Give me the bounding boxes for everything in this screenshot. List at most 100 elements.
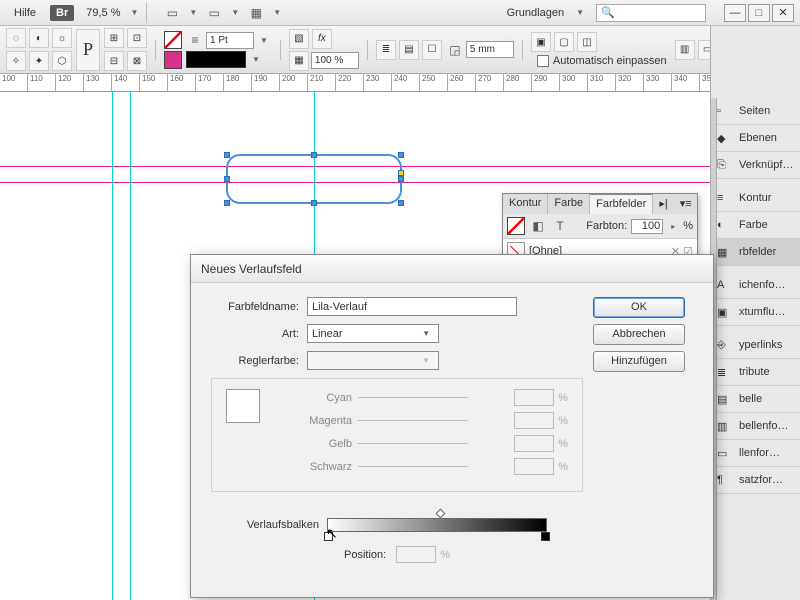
ruler-tick: 190 [252, 74, 280, 91]
ruler-tick: 240 [392, 74, 420, 91]
arrange-icon[interactable]: ▦ [247, 4, 265, 22]
panel-tab[interactable]: ▤belle [711, 386, 800, 413]
screen-mode-icon[interactable]: ▭ [205, 4, 223, 22]
farbton-input[interactable]: 100 [631, 219, 663, 234]
panel-icon: ▥ [717, 420, 733, 432]
gradient-stop[interactable] [324, 532, 333, 541]
gradient-ramp[interactable] [327, 518, 547, 532]
cancel-button[interactable]: Abbrechen [593, 324, 685, 345]
tool-icon[interactable]: ⬡ [52, 51, 72, 71]
window-close[interactable]: ✕ [772, 4, 794, 22]
ruler-tick: 110 [28, 74, 56, 91]
channel-slider[interactable] [358, 414, 510, 428]
fit-icon[interactable]: ◫ [577, 32, 597, 52]
tool-icon[interactable]: ⊡ [127, 28, 147, 48]
stroke-weight-input[interactable]: 1 Pt [206, 32, 254, 49]
panel-tab[interactable]: ▫Seiten [711, 98, 800, 125]
guide[interactable] [130, 92, 131, 600]
tool-icon[interactable]: ☼ [52, 28, 72, 48]
channel-slider[interactable] [358, 391, 510, 405]
workspace-switcher[interactable]: Grundlagen [507, 7, 565, 19]
add-button[interactable]: Hinzufügen [593, 351, 685, 372]
name-label: Farbfeldname: [211, 301, 307, 313]
tab-farbe[interactable]: Farbe [548, 194, 590, 214]
tab-kontur[interactable]: Kontur [503, 194, 548, 214]
panel-tab[interactable]: ▦rbfelder [711, 239, 800, 266]
panel-tab[interactable]: Aichenfo… [711, 272, 800, 299]
gradient-stop[interactable] [541, 532, 550, 541]
fit-icon[interactable]: ▢ [554, 32, 574, 52]
text-icon[interactable]: T [551, 217, 569, 235]
paragraph-style-icon[interactable]: P [76, 29, 100, 71]
chevron-down-icon[interactable]: ▼ [127, 8, 143, 17]
right-panel-dock: ▫Seiten◆Ebenen⎘Verknüpf… ≡Kontur◐Farbe▦rb… [710, 26, 800, 600]
ruler-tick: 130 [84, 74, 112, 91]
fill-swatch[interactable] [164, 31, 182, 49]
ruler-tick: 150 [140, 74, 168, 91]
panel-tab[interactable]: ◆Ebenen [711, 125, 800, 152]
panel-tab[interactable]: ¶satzfor… [711, 467, 800, 494]
tool-icon[interactable]: ◌ [6, 28, 26, 48]
stopcolor-dropdown[interactable]: ▼ [307, 351, 439, 370]
position-input[interactable] [396, 546, 436, 563]
panel-tab[interactable]: ▥bellenfo… [711, 413, 800, 440]
swatch-name-input[interactable] [307, 297, 517, 316]
panel-icon: ◐ [717, 219, 733, 231]
window-maximize[interactable]: □ [748, 4, 770, 22]
panel-icon: ▦ [717, 246, 733, 258]
panel-tab[interactable]: ⎆yperlinks [711, 332, 800, 359]
guide[interactable] [112, 92, 113, 600]
fit-icon[interactable]: ▥ [675, 40, 695, 60]
opacity-input[interactable]: 100 % [311, 52, 359, 69]
channel-value[interactable] [514, 389, 554, 406]
panel-tab[interactable]: ▭llenfor… [711, 440, 800, 467]
autofit-checkbox[interactable]: Automatisch einpassen [537, 55, 667, 67]
panel-expand-icon[interactable]: ▸| [653, 194, 673, 214]
tool-icon[interactable]: ✦ [29, 51, 49, 71]
fx-icon[interactable]: fx [312, 29, 332, 49]
tool-icon[interactable]: ✧ [6, 51, 26, 71]
stroke-style[interactable] [186, 51, 246, 68]
container-icon[interactable]: ◧ [529, 217, 547, 235]
ruler-tick: 250 [420, 74, 448, 91]
text-wrap-icon[interactable]: ☐ [422, 40, 442, 60]
selected-frame[interactable] [226, 154, 402, 204]
channel-value[interactable] [514, 458, 554, 475]
midpoint-handle[interactable] [436, 509, 446, 519]
bridge-button[interactable]: Br [50, 5, 74, 21]
ok-button[interactable]: OK [593, 297, 685, 318]
ruler-tick: 290 [532, 74, 560, 91]
zoom-level[interactable]: 79,5 % [80, 5, 126, 21]
tab-farbfelder[interactable]: Farbfelder [590, 194, 653, 214]
search-input[interactable]: 🔍 [596, 4, 706, 22]
tool-icon[interactable]: ⊠ [127, 51, 147, 71]
tool-icon[interactable]: ⊟ [104, 51, 124, 71]
panel-tab[interactable]: ⎘Verknüpf… [711, 152, 800, 179]
corner-input[interactable]: 5 mm [466, 41, 514, 58]
ruler-tick: 100 [0, 74, 28, 91]
type-dropdown[interactable]: Linear▼ [307, 324, 439, 343]
tool-icon[interactable]: ◐ [29, 28, 49, 48]
channel-value[interactable] [514, 412, 554, 429]
tool-icon[interactable]: ▦ [289, 51, 309, 71]
menu-help[interactable]: Hilfe [6, 4, 44, 22]
panel-tab[interactable]: ◐Farbe [711, 212, 800, 239]
panel-tab[interactable]: ≣tribute [711, 359, 800, 386]
tool-icon[interactable]: ⊞ [104, 28, 124, 48]
stroke-swatch[interactable] [164, 51, 182, 69]
channel-value[interactable] [514, 435, 554, 452]
new-gradient-swatch-dialog: Neues Verlaufsfeld Farbfeldname: Art: Li… [190, 254, 714, 598]
panel-tab[interactable]: ▣xtumflu… [711, 299, 800, 326]
text-wrap-icon[interactable]: ▤ [399, 40, 419, 60]
fit-icon[interactable]: ▣ [531, 32, 551, 52]
window-minimize[interactable]: — [724, 4, 746, 22]
view-option-icon[interactable]: ▭ [163, 4, 181, 22]
panel-icon: ▣ [717, 306, 733, 318]
text-wrap-icon[interactable]: ≣ [376, 40, 396, 60]
tool-icon[interactable]: ▧ [289, 29, 309, 49]
panel-tab[interactable]: ≡Kontur [711, 185, 800, 212]
panel-menu-icon[interactable]: ▾≡ [674, 194, 698, 214]
channel-slider[interactable] [358, 437, 510, 451]
channel-slider[interactable] [358, 460, 510, 474]
fill-proxy[interactable] [507, 217, 525, 235]
